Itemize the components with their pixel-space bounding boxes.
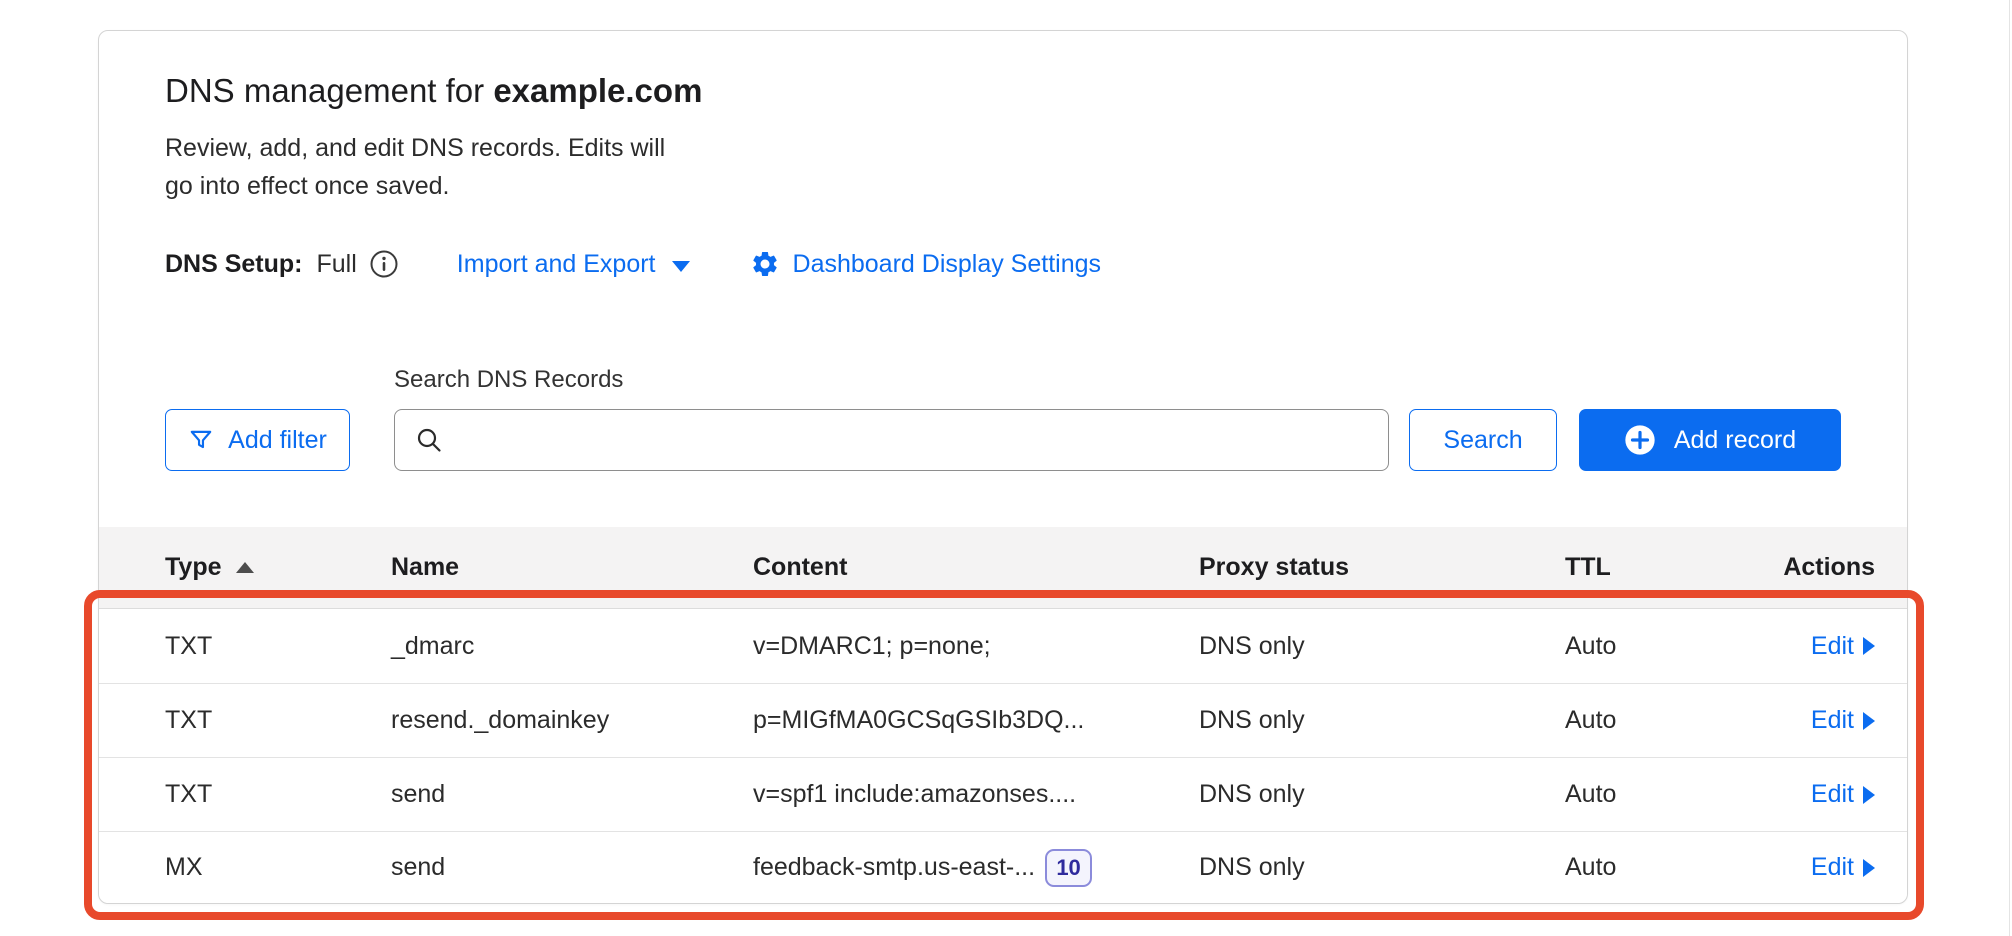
cell-type: MX	[165, 853, 391, 882]
dns-setup-label: DNS Setup:	[165, 250, 303, 279]
cell-content: p=MIGfMA0GCSqGSIb3DQ...	[753, 706, 1199, 735]
cell-type: TXT	[165, 780, 391, 809]
column-header-type[interactable]: Type	[165, 553, 391, 582]
chevron-right-icon	[1863, 859, 1875, 877]
cell-proxy-status: DNS only	[1199, 632, 1565, 661]
funnel-icon	[188, 427, 214, 453]
cell-proxy-status: DNS only	[1199, 780, 1565, 809]
info-circle-icon[interactable]	[369, 249, 399, 279]
cell-content: v=spf1 include:amazonses....	[753, 780, 1199, 809]
column-header-type-label: Type	[165, 553, 222, 582]
chevron-right-icon	[1863, 786, 1875, 804]
search-input[interactable]	[394, 409, 1389, 471]
cell-type: TXT	[165, 632, 391, 661]
column-header-name[interactable]: Name	[391, 553, 753, 582]
cell-proxy-status: DNS only	[1199, 706, 1565, 735]
page-title-prefix: DNS management for	[165, 72, 493, 109]
cell-ttl: Auto	[1565, 632, 1761, 661]
priority-badge: 10	[1045, 849, 1092, 887]
dns-setup-row: DNS Setup: Full Import and Export Dashbo…	[165, 247, 1841, 281]
dns-records-table: Type Name Content Proxy status TTL Actio…	[99, 527, 1907, 903]
subtitle-line: Review, add, and edit DNS records. Edits…	[165, 129, 1841, 167]
dns-setup-value: Full	[317, 250, 357, 279]
cell-name: send	[391, 780, 753, 809]
import-export-link[interactable]: Import and Export	[457, 250, 690, 279]
chevron-right-icon	[1863, 637, 1875, 655]
edit-label: Edit	[1811, 853, 1854, 882]
add-record-button[interactable]: Add record	[1579, 409, 1841, 471]
edit-button[interactable]: Edit	[1811, 853, 1875, 882]
cell-ttl: Auto	[1565, 853, 1761, 882]
add-filter-button[interactable]: Add filter	[165, 409, 350, 471]
edit-label: Edit	[1811, 780, 1854, 809]
column-header-actions: Actions	[1761, 553, 1875, 582]
cell-name: _dmarc	[391, 632, 753, 661]
chevron-down-icon	[672, 261, 690, 272]
dashboard-display-settings-link[interactable]: Dashboard Display Settings	[750, 249, 1102, 279]
toolbar: Add filter Search Add record	[165, 409, 1841, 471]
page: DNS management for example.com Review, a…	[0, 0, 2012, 936]
table-row-spf: TXT send v=spf1 include:amazonses.... DN…	[99, 757, 1907, 831]
dns-management-card: DNS management for example.com Review, a…	[98, 30, 1908, 904]
cell-content: v=DMARC1; p=none;	[753, 632, 1199, 661]
search-input-wrapper	[394, 409, 1389, 471]
sort-ascending-icon	[236, 562, 254, 573]
table-row-domainkey: TXT resend._domainkey p=MIGfMA0GCSqGSIb3…	[99, 683, 1907, 757]
cell-ttl: Auto	[1565, 706, 1761, 735]
page-title-domain: example.com	[493, 72, 702, 109]
dashboard-display-settings-label: Dashboard Display Settings	[793, 250, 1102, 279]
cell-type: TXT	[165, 706, 391, 735]
cell-content-text: feedback-smtp.us-east-...	[753, 853, 1035, 882]
add-record-label: Add record	[1674, 426, 1796, 455]
page-subtitle: Review, add, and edit DNS records. Edits…	[165, 129, 1841, 205]
add-filter-label: Add filter	[228, 426, 327, 455]
plus-circle-icon	[1624, 424, 1656, 456]
cell-proxy-status: DNS only	[1199, 853, 1565, 882]
table-row-mx: MX send feedback-smtp.us-east-... 10 DNS…	[99, 831, 1907, 903]
window-edge-divider	[2009, 0, 2010, 936]
edit-label: Edit	[1811, 706, 1854, 735]
subtitle-line: go into effect once saved.	[165, 167, 1841, 205]
column-header-content[interactable]: Content	[753, 553, 1199, 582]
search-label: Search DNS Records	[394, 365, 1841, 395]
page-title: DNS management for example.com	[165, 69, 1841, 113]
column-header-ttl[interactable]: TTL	[1565, 553, 1761, 582]
cell-name: send	[391, 853, 753, 882]
import-export-label: Import and Export	[457, 250, 656, 279]
cell-ttl: Auto	[1565, 780, 1761, 809]
table-header: Type Name Content Proxy status TTL Actio…	[99, 527, 1907, 609]
cell-content: feedback-smtp.us-east-... 10	[753, 849, 1199, 887]
column-header-proxy-status[interactable]: Proxy status	[1199, 553, 1565, 582]
edit-button[interactable]: Edit	[1811, 780, 1875, 809]
cell-name: resend._domainkey	[391, 706, 753, 735]
chevron-right-icon	[1863, 712, 1875, 730]
edit-button[interactable]: Edit	[1811, 632, 1875, 661]
search-section: Search DNS Records Add filter	[165, 365, 1841, 471]
gear-icon	[750, 249, 780, 279]
search-button[interactable]: Search	[1409, 409, 1557, 471]
edit-label: Edit	[1811, 632, 1854, 661]
edit-button[interactable]: Edit	[1811, 706, 1875, 735]
table-row-dmarc: TXT _dmarc v=DMARC1; p=none; DNS only Au…	[99, 609, 1907, 683]
